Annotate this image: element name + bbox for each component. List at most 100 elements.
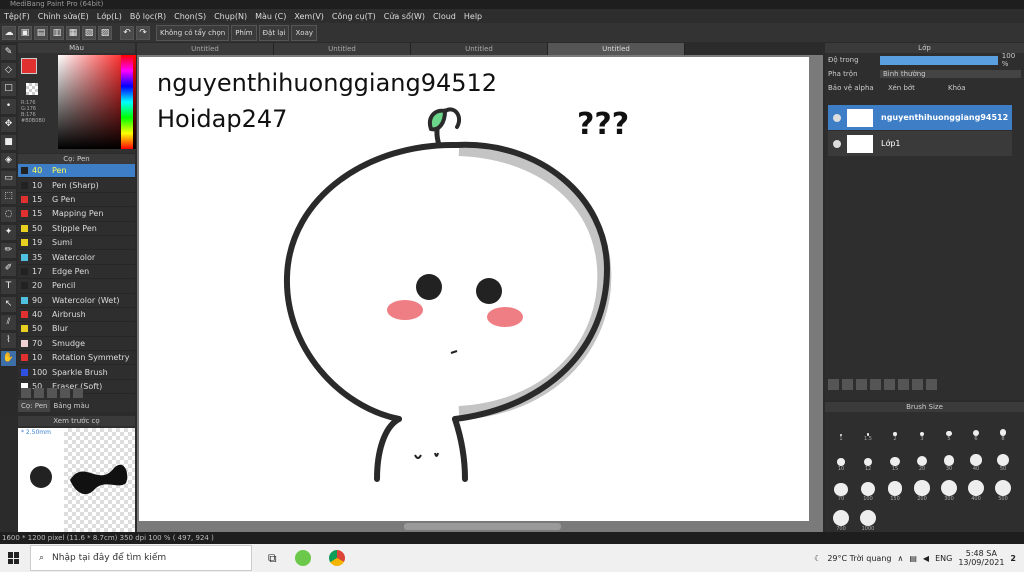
menu-item[interactable]: Help xyxy=(460,12,486,21)
opacity-slider[interactable] xyxy=(879,55,998,65)
horizontal-scrollbar[interactable] xyxy=(404,523,561,530)
brush-add-icon[interactable] xyxy=(21,388,31,398)
save-icon[interactable]: ▥ xyxy=(50,25,64,40)
select-pen-icon[interactable]: ✏ xyxy=(1,243,16,258)
brush-tool-icon[interactable]: ✎ xyxy=(1,45,16,60)
brush-item[interactable]: 15 G Pen xyxy=(18,193,135,208)
cloud-icon[interactable]: ☁ xyxy=(2,25,16,40)
brush-size-option[interactable]: 15 xyxy=(882,448,908,472)
lock-checkbox[interactable]: Khóa xyxy=(948,84,966,92)
brush-item[interactable]: 40 Pen xyxy=(18,164,135,179)
tab-palette[interactable]: Bảng màu xyxy=(50,400,92,412)
lang-indicator[interactable]: ENG xyxy=(935,554,952,563)
brush-item[interactable]: 70 Smudge xyxy=(18,337,135,352)
brush-size-option[interactable]: 500 xyxy=(990,478,1016,502)
brush-size-option[interactable]: 1 xyxy=(828,418,854,442)
brush-item[interactable]: 10 Rotation Symmetry xyxy=(18,351,135,366)
brush-item[interactable]: 40 Airbrush xyxy=(18,308,135,323)
magic-wand-icon[interactable]: ✦ xyxy=(1,225,16,240)
lasso-tool-icon[interactable]: ◌ xyxy=(1,207,16,222)
dot-tool-icon[interactable]: • xyxy=(1,99,16,114)
antialias-toggle[interactable]: Không có tẩy chọn xyxy=(156,24,230,41)
secondary-color-swatch[interactable] xyxy=(26,83,38,95)
brush-size-option[interactable]: 50 xyxy=(990,448,1016,472)
new-8bit-layer-icon[interactable] xyxy=(856,379,867,390)
text-tool-icon[interactable]: T xyxy=(1,279,16,294)
select-tool-icon[interactable]: ⬚ xyxy=(1,189,16,204)
menu-item[interactable]: Chụp(N) xyxy=(210,12,251,21)
new-1bit-layer-icon[interactable] xyxy=(870,379,881,390)
canvas-area[interactable]: nguyenthihuonggiang94512 Hoidap247 ??? xyxy=(137,55,823,532)
brush-item[interactable]: 17 Edge Pen xyxy=(18,265,135,280)
brush-item[interactable]: 50 Blur xyxy=(18,322,135,337)
divide-tool-icon[interactable]: ⫽ xyxy=(1,315,16,330)
brush-item[interactable]: 90 Watercolor (Wet) xyxy=(18,294,135,308)
menu-item[interactable]: Cloud xyxy=(429,12,460,21)
brush-item[interactable]: 20 Pencil xyxy=(18,279,135,294)
hand-tool-icon[interactable]: ✋ xyxy=(1,351,16,366)
menu-item[interactable]: Bộ lọc(R) xyxy=(126,12,170,21)
brush-size-option[interactable]: 300 xyxy=(936,478,962,502)
rotate-button[interactable]: Xoay xyxy=(291,24,317,41)
menu-item[interactable]: Cửa sổ(W) xyxy=(380,12,429,21)
tray-chevron-icon[interactable]: ∧ xyxy=(897,554,903,563)
new-halftone-layer-icon[interactable] xyxy=(842,379,853,390)
tab-doc-1[interactable]: Untitled xyxy=(137,43,274,55)
brush-size-option[interactable]: 30 xyxy=(936,448,962,472)
brush-size-option[interactable]: 6 xyxy=(963,418,989,442)
layer-row-1[interactable]: nguyenthihuonggiang94512 xyxy=(828,105,1012,130)
network-icon[interactable]: ▤ xyxy=(909,554,917,563)
brush-size-option[interactable]: 1.5 xyxy=(855,418,881,442)
brush-size-option[interactable]: 700 xyxy=(828,508,854,532)
chrome-app-icon[interactable] xyxy=(328,550,345,566)
brush-size-option[interactable]: 40 xyxy=(963,448,989,472)
menu-item[interactable]: Công cụ(T) xyxy=(328,12,380,21)
tab-doc-3[interactable]: Untitled xyxy=(411,43,548,55)
menu-item[interactable]: Lớp(L) xyxy=(93,12,126,21)
redo-icon[interactable]: ↷ xyxy=(136,25,150,40)
brush-size-option[interactable]: 10 xyxy=(828,448,854,472)
tab-doc-2[interactable]: Untitled xyxy=(274,43,411,55)
menu-item[interactable]: Tệp(F) xyxy=(0,12,34,21)
brush-item[interactable]: 35 Watercolor xyxy=(18,250,135,265)
tab-doc-4[interactable]: Untitled xyxy=(548,43,685,55)
brush-delete-icon[interactable] xyxy=(73,388,83,398)
drawing-canvas[interactable]: nguyenthihuonggiang94512 Hoidap247 ??? xyxy=(139,57,809,521)
blend-mode-select[interactable]: Bình thường xyxy=(880,70,1021,78)
brush-size-option[interactable]: 5 xyxy=(936,418,962,442)
menu-item[interactable]: Xem(V) xyxy=(290,12,328,21)
medibang-app-icon[interactable] xyxy=(294,550,311,566)
notification-badge[interactable]: 2 xyxy=(1010,554,1016,563)
menu-item[interactable]: Chọn(S) xyxy=(170,12,210,21)
brush-item[interactable]: 15 Mapping Pen xyxy=(18,207,135,222)
export-icon[interactable]: ▦ xyxy=(66,25,80,40)
menu-item[interactable]: Chỉnh sửa(E) xyxy=(34,12,93,21)
brush-size-option[interactable]: 12 xyxy=(855,448,881,472)
brush-size-option[interactable]: 2 xyxy=(882,418,908,442)
layer-row-2[interactable]: Lớp1 xyxy=(828,131,1012,156)
brush-size-option[interactable]: 100 xyxy=(855,478,881,502)
rect-tool-icon[interactable]: □ xyxy=(1,81,16,96)
fill-tool-icon[interactable]: ■ xyxy=(1,135,16,150)
undo-icon[interactable]: ↶ xyxy=(120,25,134,40)
brush-size-option[interactable]: 3 xyxy=(909,418,935,442)
protect-alpha-checkbox[interactable]: Bảo vệ alpha xyxy=(828,84,884,92)
bucket-tool-icon[interactable]: ◈ xyxy=(1,153,16,168)
select-eraser-icon[interactable]: ✐ xyxy=(1,261,16,276)
reset-button[interactable]: Đặt lại xyxy=(258,24,290,41)
brush-size-option[interactable]: 200 xyxy=(909,478,935,502)
brush-size-option[interactable]: 20 xyxy=(909,448,935,472)
merge-layer-icon[interactable] xyxy=(912,379,923,390)
tab-brush[interactable]: Cọ: Pen xyxy=(18,400,51,412)
move-tool-icon[interactable]: ✥ xyxy=(1,117,16,132)
task-view-icon[interactable]: ⧉ xyxy=(268,551,277,566)
delete-layer-icon[interactable] xyxy=(926,379,937,390)
visibility-eye-icon[interactable] xyxy=(833,113,841,122)
brush-cloud-icon[interactable] xyxy=(47,388,57,398)
brush-item[interactable]: 19 Sumi xyxy=(18,236,135,251)
brush-folder-icon[interactable] xyxy=(60,388,70,398)
eyedropper-tool-icon[interactable]: ⌇ xyxy=(1,333,16,348)
operation-tool-icon[interactable]: ↖ xyxy=(1,297,16,312)
new-layer-icon[interactable] xyxy=(828,379,839,390)
primary-color-swatch[interactable] xyxy=(21,58,37,74)
